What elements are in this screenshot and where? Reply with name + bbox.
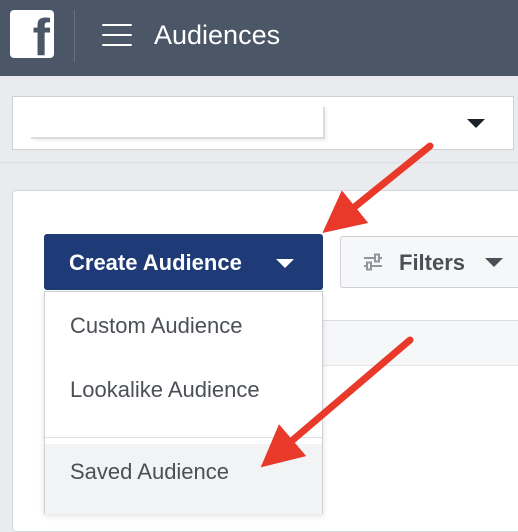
account-selector[interactable]: [12, 96, 514, 150]
filters-label: Filters: [399, 250, 466, 275]
sliders-icon: [364, 253, 382, 271]
table-row-divider: [322, 365, 518, 366]
chevron-down-icon[interactable]: [467, 119, 485, 128]
table-header: [322, 320, 518, 366]
menu-item-label: Custom Audience: [70, 313, 243, 338]
page-title: Audiences: [154, 20, 281, 50]
logo-letter: f: [32, 10, 50, 58]
create-audience-button[interactable]: Create Audience: [44, 234, 323, 290]
hamburger-menu-icon[interactable]: [102, 24, 132, 46]
create-audience-label: Create Audience: [69, 250, 242, 275]
facebook-logo-icon[interactable]: f: [10, 10, 54, 58]
header-divider: [74, 10, 75, 62]
menu-item-label: Lookalike Audience: [70, 377, 260, 402]
menu-item-saved-audience[interactable]: Saved Audience: [45, 444, 322, 514]
menu-item-lookalike-audience[interactable]: Lookalike Audience: [45, 376, 322, 420]
section-divider: [0, 162, 518, 163]
top-navigation-bar: f Audiences: [0, 0, 518, 76]
menu-divider: [45, 437, 322, 438]
account-selector-value: [31, 107, 325, 139]
menu-item-custom-audience[interactable]: Custom Audience: [45, 312, 322, 356]
create-audience-menu: Custom Audience Lookalike Audience Saved…: [44, 291, 323, 514]
caret-down-icon: [485, 258, 503, 267]
filters-button[interactable]: Filters: [340, 236, 518, 288]
menu-item-label: Saved Audience: [70, 459, 230, 484]
caret-down-icon: [276, 259, 294, 268]
